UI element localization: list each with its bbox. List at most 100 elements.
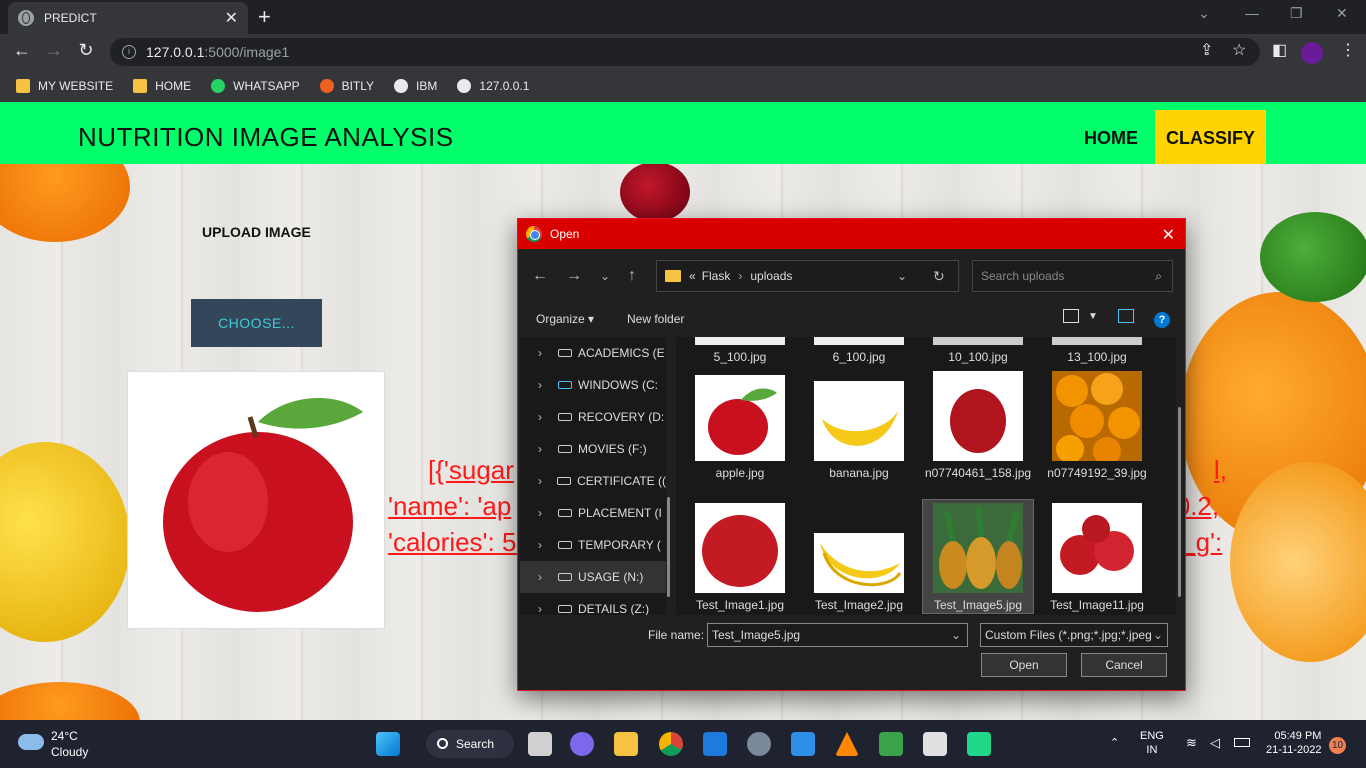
tree-item-drive[interactable]: › RECOVERY (D: <box>520 401 666 433</box>
settings-icon[interactable] <box>747 732 771 756</box>
snipping-tool-icon[interactable] <box>923 732 947 756</box>
file-item[interactable]: Test_Image2.jpg <box>803 503 915 613</box>
task-view-icon[interactable] <box>528 732 552 756</box>
bookmark-localhost[interactable]: 127.0.0.1 <box>457 79 529 93</box>
chevron-down-icon[interactable]: ⌄ <box>1150 624 1163 646</box>
volume-icon[interactable]: ◁ <box>1210 736 1220 750</box>
up-folder-icon[interactable]: ↑ <box>628 267 636 285</box>
vscode-icon[interactable] <box>791 732 815 756</box>
battery-icon[interactable] <box>1234 738 1250 747</box>
file-type-select[interactable]: Custom Files (*.png;*.jpg;*.jpeg ⌄ <box>980 623 1168 647</box>
path-current[interactable]: uploads <box>750 269 792 283</box>
bookmark-home[interactable]: HOME <box>133 79 191 93</box>
forward-button[interactable]: → <box>42 40 66 61</box>
file-item[interactable]: Test_Image1.jpg <box>684 503 796 613</box>
view-dropdown-icon[interactable]: ▼ <box>1088 311 1098 322</box>
file-item[interactable]: n07749192_39.jpg <box>1041 371 1153 481</box>
back-button[interactable]: ← <box>10 40 34 61</box>
tree-item-drive[interactable]: › DETAILS (Z:) <box>520 593 666 615</box>
tree-scrollbar[interactable] <box>666 337 672 615</box>
dialog-search-input[interactable]: Search uploads ⌕ <box>972 260 1173 292</box>
tab-search-icon[interactable]: ⌄ <box>1198 5 1210 22</box>
tree-item-drive[interactable]: › CERTIFICATE (( <box>520 465 666 497</box>
open-button[interactable]: Open <box>981 653 1067 677</box>
clock[interactable]: 05:49 PM 21-11-2022 <box>1266 729 1321 757</box>
path-breadcrumb[interactable]: « Flask › uploads ⌄ ↻ <box>656 260 959 292</box>
minimize-button[interactable]: — <box>1245 5 1259 21</box>
scrollbar-thumb[interactable] <box>1178 407 1181 597</box>
cancel-button[interactable]: Cancel <box>1081 653 1167 677</box>
chevron-right-icon[interactable]: › <box>538 506 558 520</box>
file-item[interactable]: banana.jpg <box>803 375 915 481</box>
browser-tab[interactable]: PREDICT ✕ <box>8 2 248 34</box>
file-name-input[interactable]: Test_Image5.jpg ⌄ <box>707 623 968 647</box>
tree-item-drive[interactable]: › WINDOWS (C: <box>520 369 666 401</box>
vlc-icon[interactable] <box>835 732 859 756</box>
chevron-right-icon[interactable]: › <box>538 602 558 615</box>
file-item[interactable]: Test_Image11.jpg <box>1041 503 1153 613</box>
nav-home-link[interactable]: HOME <box>1084 128 1138 149</box>
choose-file-button[interactable]: CHOOSE... <box>191 299 322 347</box>
file-item[interactable]: 6_100.jpg <box>803 337 915 365</box>
pycharm-icon[interactable] <box>967 732 991 756</box>
view-options-icon[interactable] <box>1063 309 1079 323</box>
refresh-icon[interactable]: ↻ <box>933 268 945 285</box>
chevron-right-icon[interactable]: › <box>538 570 558 584</box>
preview-pane-icon[interactable] <box>1118 309 1134 323</box>
chevron-down-icon[interactable]: ⌄ <box>951 624 961 646</box>
weather-temperature[interactable]: 24°C <box>51 729 78 743</box>
tree-item-drive[interactable]: › TEMPORARY ( <box>520 529 666 561</box>
path-dropdown-icon[interactable]: ⌄ <box>897 269 907 283</box>
organize-button[interactable]: Organize ▾ <box>536 312 594 326</box>
chevron-right-icon[interactable]: › <box>538 442 558 456</box>
forward-arrow-icon[interactable]: → <box>566 267 582 285</box>
bookmark-ibm[interactable]: IBM <box>394 79 437 93</box>
notification-badge[interactable]: 10 <box>1329 737 1346 754</box>
chrome-taskbar-icon[interactable] <box>659 732 683 756</box>
file-item-selected[interactable]: Test_Image5.jpg <box>922 499 1034 614</box>
chevron-right-icon[interactable]: › <box>538 378 558 392</box>
tree-item-drive[interactable]: › USAGE (N:) <box>520 561 666 593</box>
back-arrow-icon[interactable]: ← <box>532 267 548 285</box>
profile-avatar[interactable] <box>1301 42 1323 64</box>
file-list-scrollbar[interactable] <box>1176 337 1184 615</box>
reload-button[interactable]: ↻ <box>74 40 98 61</box>
store-icon[interactable] <box>703 732 727 756</box>
scrollbar-thumb[interactable] <box>667 497 670 597</box>
bookmark-whatsapp[interactable]: WHATSAPP <box>211 79 300 93</box>
share-icon[interactable]: ⇪ <box>1200 40 1213 60</box>
new-tab-button[interactable]: + <box>258 4 271 30</box>
file-item[interactable]: 5_100.jpg <box>684 337 796 365</box>
new-folder-button[interactable]: New folder <box>627 312 684 326</box>
bookmark-my-website[interactable]: MY WEBSITE <box>16 79 113 93</box>
chevron-right-icon[interactable]: › <box>538 474 557 488</box>
tree-item-drive[interactable]: › ACADEMICS (E <box>520 337 666 369</box>
weather-description[interactable]: Cloudy <box>51 745 88 759</box>
tree-item-drive[interactable]: › PLACEMENT (I <box>520 497 666 529</box>
bookmark-star-icon[interactable]: ☆ <box>1232 40 1246 60</box>
restore-button[interactable]: ❐ <box>1290 5 1303 22</box>
nav-classify-link[interactable]: CLASSIFY <box>1155 110 1266 164</box>
chat-icon[interactable] <box>570 732 594 756</box>
help-icon[interactable]: ? <box>1154 312 1170 328</box>
close-tab-icon[interactable]: ✕ <box>225 8 238 28</box>
chevron-right-icon[interactable]: › <box>538 538 558 552</box>
cloud-icon[interactable] <box>18 734 44 750</box>
side-panel-icon[interactable]: ◧ <box>1272 40 1287 60</box>
wifi-icon[interactable]: ≋ <box>1186 736 1197 750</box>
chevron-right-icon[interactable]: › <box>538 346 558 360</box>
address-bar[interactable]: i 127.0.0.1 :5000/image1 <box>110 38 1260 66</box>
dialog-close-button[interactable]: ✕ <box>1162 225 1175 245</box>
tray-overflow-icon[interactable]: ⌃ <box>1110 736 1119 750</box>
file-item[interactable]: 10_100.jpg <box>922 337 1034 365</box>
menu-icon[interactable]: ⋮ <box>1340 40 1356 60</box>
language-indicator[interactable]: ENG IN <box>1140 729 1164 757</box>
recent-locations-icon[interactable]: ⌄ <box>600 269 610 283</box>
file-item[interactable]: n07740461_158.jpg <box>922 371 1034 481</box>
path-parent[interactable]: Flask <box>702 269 731 283</box>
site-info-icon[interactable]: i <box>122 45 136 59</box>
file-item[interactable]: 13_100.jpg <box>1041 337 1153 365</box>
close-window-button[interactable]: ✕ <box>1336 5 1348 22</box>
chevron-right-icon[interactable]: › <box>538 410 558 424</box>
start-icon[interactable] <box>376 732 400 756</box>
